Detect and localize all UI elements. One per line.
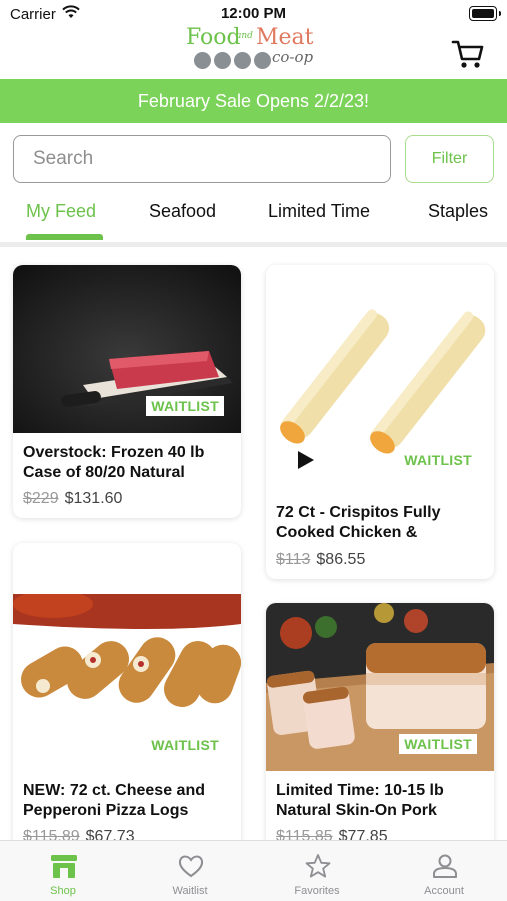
star-icon	[305, 854, 331, 878]
product-title: NEW: 72 ct. Cheese and Pepperoni Pizza L…	[23, 782, 205, 819]
chicken-icon	[254, 52, 271, 69]
tabbar-item-account[interactable]: Account	[381, 841, 507, 901]
tabbar-item-waitlist[interactable]: Waitlist	[127, 841, 253, 901]
pig-icon	[214, 52, 231, 69]
cart-icon[interactable]	[451, 38, 485, 70]
person-icon	[433, 854, 457, 878]
original-price: $113	[276, 551, 311, 568]
logo-word-food: Food	[186, 25, 241, 50]
app-header: Food and Meat co-op	[0, 25, 507, 78]
product-prices: $113 $86.55	[276, 551, 365, 569]
active-tab-indicator	[26, 234, 103, 240]
product-title: Limited Time: 10-15 lb Natural Skin-On P…	[276, 782, 444, 819]
logo-animal-icons	[194, 52, 271, 69]
product-card[interactable]: WAITLIST NEW: 72 ct. Cheese and Pepperon…	[13, 543, 241, 863]
product-card[interactable]: WAITLIST Limited Time: 10-15 lb Natural …	[266, 603, 494, 863]
search-input[interactable]: Search	[13, 135, 391, 183]
tab-seafood[interactable]: Seafood	[149, 201, 216, 222]
logo-word-and: and	[236, 31, 253, 41]
tabs-divider	[0, 242, 507, 247]
tabbar-label: Waitlist	[172, 885, 208, 897]
tab-limited-time[interactable]: Limited Time	[268, 201, 370, 222]
waitlist-badge: WAITLIST	[146, 735, 224, 755]
waitlist-badge: WAITLIST	[146, 396, 224, 416]
bottom-tab-bar: Shop Waitlist Favorites Account	[0, 840, 507, 901]
product-title: Overstock: Frozen 40 lb Case of 80/20 Na…	[23, 444, 205, 481]
heart-icon	[178, 855, 204, 878]
product-title: 72 Ct - Crispitos Fully Cooked Chicken &	[276, 504, 441, 541]
tabbar-label: Account	[424, 885, 464, 897]
sale-banner[interactable]: February Sale Opens 2/2/23!	[0, 79, 507, 123]
product-card[interactable]: WAITLIST Overstock: Frozen 40 lb Case of…	[13, 265, 241, 518]
tabbar-label: Shop	[50, 885, 76, 897]
fish-icon	[194, 52, 211, 69]
cow-icon	[234, 52, 251, 69]
original-price: $229	[23, 490, 59, 507]
shop-icon	[51, 855, 77, 878]
waitlist-badge: WAITLIST	[399, 734, 477, 754]
product-image-pizza-logs	[13, 594, 241, 718]
category-tabs: My Feed Seafood Limited Time Staples	[0, 195, 507, 245]
product-prices: $229 $131.60	[23, 490, 122, 508]
tabbar-label: Favorites	[294, 885, 340, 897]
filter-button[interactable]: Filter	[405, 135, 494, 183]
tabbar-item-shop[interactable]: Shop	[0, 841, 126, 901]
play-icon	[298, 451, 314, 469]
waitlist-badge: WAITLIST	[399, 450, 477, 470]
sale-price: $86.55	[316, 551, 366, 568]
battery-icon	[469, 6, 501, 21]
tab-my-feed[interactable]: My Feed	[26, 201, 96, 222]
food-and-meat-coop-logo: Food and Meat co-op	[186, 25, 322, 76]
logo-word-meat: Meat	[256, 25, 314, 50]
clock-time: 12:00 PM	[220, 5, 287, 22]
tab-staples[interactable]: Staples	[428, 201, 488, 222]
sale-price: $131.60	[64, 490, 123, 507]
product-card[interactable]: WAITLIST 72 Ct - Crispitos Fully Cooked …	[266, 265, 494, 579]
logo-word-coop: co-op	[272, 48, 314, 66]
tabbar-item-favorites[interactable]: Favorites	[254, 841, 380, 901]
status-bar: Carrier 12:00 PM	[0, 0, 507, 28]
